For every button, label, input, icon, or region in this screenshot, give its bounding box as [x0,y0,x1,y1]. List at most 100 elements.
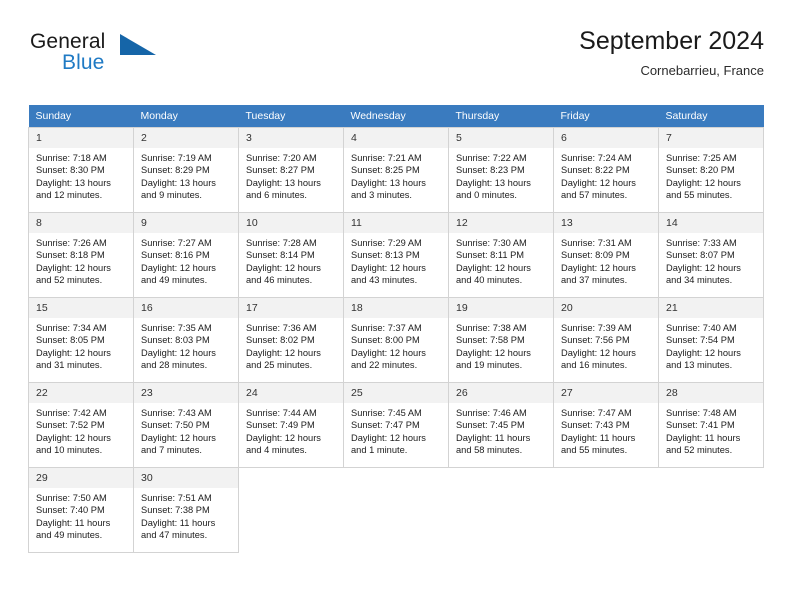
day-details: Sunrise: 7:22 AM Sunset: 8:23 PM Daylight:… [449,148,553,202]
daylight-text: Daylight: 12 hours and 1 minute. [351,432,426,456]
sunset-text: Sunset: 8:03 PM [141,335,210,346]
sunrise-text: Sunrise: 7:28 AM [246,238,317,248]
day-number: 28 [659,383,763,403]
sunrise-text: Sunrise: 7:50 AM [36,493,107,503]
calendar-day-cell[interactable]: 14 Sunrise: 7:33 AM Sunset: 8:07 PM Dayligh… [658,212,764,298]
brand-name-blue: Blue [62,51,105,74]
calendar-day-cell[interactable]: 12 Sunrise: 7:30 AM Sunset: 8:11 PM Dayligh… [448,212,554,298]
calendar-day-cell[interactable]: 25 Sunrise: 7:45 AM Sunset: 7:47 PM Dayligh… [343,382,449,468]
day-number: 25 [344,383,448,403]
page-title: September 2024 [579,27,764,55]
sunset-text: Sunset: 7:56 PM [561,335,630,346]
calendar-day-cell[interactable]: 4 Sunrise: 7:21 AM Sunset: 8:25 PM Daylight… [343,127,449,213]
sunrise-text: Sunrise: 7:26 AM [36,238,107,248]
calendar-day-cell[interactable]: 16 Sunrise: 7:35 AM Sunset: 8:03 PM Dayligh… [133,297,239,383]
calendar-day-cell[interactable]: 3 Sunrise: 7:20 AM Sunset: 8:27 PM Daylight… [238,127,344,213]
sunrise-text: Sunrise: 7:33 AM [666,238,737,248]
calendar-day-cell[interactable]: 26 Sunrise: 7:46 AM Sunset: 7:45 PM Dayligh… [448,382,554,468]
calendar-day-cell[interactable]: 6 Sunrise: 7:24 AM Sunset: 8:22 PM Daylight… [553,127,659,213]
calendar-day-cell[interactable]: 7 Sunrise: 7:25 AM Sunset: 8:20 PM Daylight… [658,127,764,213]
brand-logo[interactable]: General Blue [28,30,248,92]
sunset-text: Sunset: 8:18 PM [36,250,105,261]
sunrise-text: Sunrise: 7:46 AM [456,408,527,418]
calendar-day-cell[interactable]: 27 Sunrise: 7:47 AM Sunset: 7:43 PM Dayligh… [553,382,659,468]
day-details: Sunrise: 7:40 AM Sunset: 7:54 PM Daylight:… [659,318,763,372]
sunrise-text: Sunrise: 7:34 AM [36,323,107,333]
day-details: Sunrise: 7:46 AM Sunset: 7:45 PM Daylight:… [449,403,553,457]
day-number: 11 [344,213,448,233]
calendar-day-cell[interactable]: 15 Sunrise: 7:34 AM Sunset: 8:05 PM Dayligh… [28,297,134,383]
calendar-day-cell[interactable]: 2 Sunrise: 7:19 AM Sunset: 8:29 PM Daylight… [133,127,239,213]
calendar-day-cell[interactable]: 20 Sunrise: 7:39 AM Sunset: 7:56 PM Dayligh… [553,297,659,383]
daylight-text: Daylight: 12 hours and 43 minutes. [351,262,426,286]
day-details: Sunrise: 7:24 AM Sunset: 8:22 PM Daylight:… [554,148,658,202]
calendar-day-cell[interactable]: 10 Sunrise: 7:28 AM Sunset: 8:14 PM Dayligh… [238,212,344,298]
sunrise-text: Sunrise: 7:19 AM [141,153,212,163]
day-number: 13 [554,213,658,233]
day-number: 20 [554,298,658,318]
daylight-text: Daylight: 11 hours and 55 minutes. [561,432,636,456]
sunrise-text: Sunrise: 7:47 AM [561,408,632,418]
calendar-day-cell[interactable]: 1 Sunrise: 7:18 AM Sunset: 8:30 PM Daylight… [28,127,134,213]
day-number: 18 [344,298,448,318]
sunrise-text: Sunrise: 7:38 AM [456,323,527,333]
sunrise-text: Sunrise: 7:36 AM [246,323,317,333]
daylight-text: Daylight: 11 hours and 52 minutes. [666,432,741,456]
day-number: 21 [659,298,763,318]
day-details: Sunrise: 7:51 AM Sunset: 7:38 PM Daylight:… [134,488,238,542]
sunset-text: Sunset: 8:29 PM [141,165,210,176]
day-details: Sunrise: 7:19 AM Sunset: 8:29 PM Daylight:… [134,148,238,202]
calendar-week-row: 29 Sunrise: 7:50 AM Sunset: 7:40 PM Dayligh… [28,467,764,553]
day-details: Sunrise: 7:27 AM Sunset: 8:16 PM Daylight:… [134,233,238,287]
calendar-day-cell[interactable]: 13 Sunrise: 7:31 AM Sunset: 8:09 PM Dayligh… [553,212,659,298]
day-details: Sunrise: 7:26 AM Sunset: 8:18 PM Daylight:… [29,233,133,287]
calendar-cell-empty [553,467,659,553]
day-details: Sunrise: 7:18 AM Sunset: 8:30 PM Daylight:… [29,148,133,202]
day-number: 17 [239,298,343,318]
day-number: 14 [659,213,763,233]
sunrise-text: Sunrise: 7:30 AM [456,238,527,248]
calendar-day-cell[interactable]: 5 Sunrise: 7:22 AM Sunset: 8:23 PM Daylight… [448,127,554,213]
calendar-day-cell[interactable]: 24 Sunrise: 7:44 AM Sunset: 7:49 PM Dayligh… [238,382,344,468]
sunset-text: Sunset: 7:50 PM [141,420,210,431]
calendar-day-cell[interactable]: 23 Sunrise: 7:43 AM Sunset: 7:50 PM Dayligh… [133,382,239,468]
daylight-text: Daylight: 13 hours and 9 minutes. [141,177,216,201]
calendar-day-cell[interactable]: 21 Sunrise: 7:40 AM Sunset: 7:54 PM Dayligh… [658,297,764,383]
daylight-text: Daylight: 13 hours and 6 minutes. [246,177,321,201]
daylight-text: Daylight: 12 hours and 52 minutes. [36,262,111,286]
day-details: Sunrise: 7:39 AM Sunset: 7:56 PM Daylight:… [554,318,658,372]
sunrise-text: Sunrise: 7:20 AM [246,153,317,163]
weekday-header-monday: Monday [133,105,239,128]
sunrise-text: Sunrise: 7:29 AM [351,238,422,248]
day-details: Sunrise: 7:36 AM Sunset: 8:02 PM Daylight:… [239,318,343,372]
daylight-text: Daylight: 12 hours and 28 minutes. [141,347,216,371]
calendar-day-cell[interactable]: 22 Sunrise: 7:42 AM Sunset: 7:52 PM Dayligh… [28,382,134,468]
calendar-day-cell[interactable]: 19 Sunrise: 7:38 AM Sunset: 7:58 PM Dayligh… [448,297,554,383]
day-number: 26 [449,383,553,403]
sunrise-text: Sunrise: 7:21 AM [351,153,422,163]
calendar-day-cell[interactable]: 28 Sunrise: 7:48 AM Sunset: 7:41 PM Dayligh… [658,382,764,468]
calendar-day-cell[interactable]: 9 Sunrise: 7:27 AM Sunset: 8:16 PM Daylight… [133,212,239,298]
day-details: Sunrise: 7:25 AM Sunset: 8:20 PM Daylight:… [659,148,763,202]
sunset-text: Sunset: 8:00 PM [351,335,420,346]
calendar-day-cell[interactable]: 17 Sunrise: 7:36 AM Sunset: 8:02 PM Dayligh… [238,297,344,383]
calendar-table: Sunday Monday Tuesday Wednesday Thursday… [28,105,764,553]
sunrise-text: Sunrise: 7:43 AM [141,408,212,418]
sunset-text: Sunset: 8:16 PM [141,250,210,261]
weekday-header-saturday: Saturday [658,105,764,128]
calendar-day-cell[interactable]: 8 Sunrise: 7:26 AM Sunset: 8:18 PM Daylight… [28,212,134,298]
calendar-day-cell[interactable]: 11 Sunrise: 7:29 AM Sunset: 8:13 PM Dayligh… [343,212,449,298]
day-number: 19 [449,298,553,318]
calendar-day-cell[interactable]: 30 Sunrise: 7:51 AM Sunset: 7:38 PM Dayligh… [133,467,239,553]
day-number: 1 [29,128,133,148]
weekday-header-sunday: Sunday [28,105,134,128]
calendar-day-cell[interactable]: 18 Sunrise: 7:37 AM Sunset: 8:00 PM Dayligh… [343,297,449,383]
daylight-text: Daylight: 12 hours and 46 minutes. [246,262,321,286]
sunset-text: Sunset: 7:49 PM [246,420,315,431]
day-number: 8 [29,213,133,233]
calendar-day-cell[interactable]: 29 Sunrise: 7:50 AM Sunset: 7:40 PM Dayligh… [28,467,134,553]
day-details: Sunrise: 7:38 AM Sunset: 7:58 PM Daylight:… [449,318,553,372]
sunset-text: Sunset: 8:23 PM [456,165,525,176]
day-details: Sunrise: 7:33 AM Sunset: 8:07 PM Daylight:… [659,233,763,287]
daylight-text: Daylight: 12 hours and 31 minutes. [36,347,111,371]
